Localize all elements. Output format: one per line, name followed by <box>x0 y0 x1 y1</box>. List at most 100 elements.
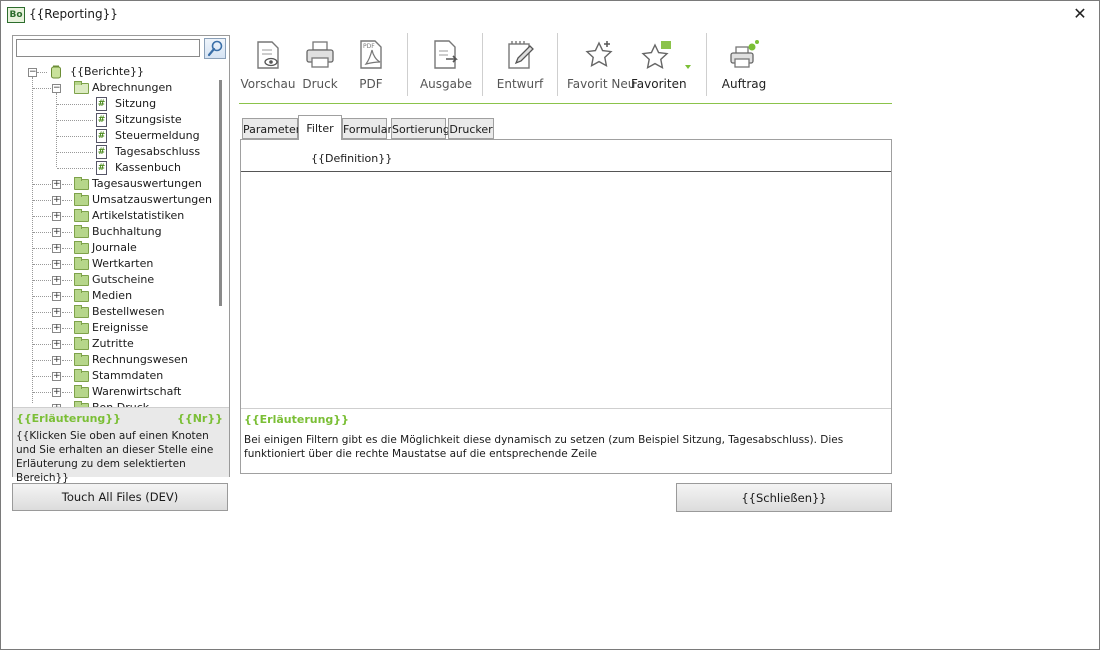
tree-report-label: Steuermeldung <box>115 129 200 142</box>
tree-folder-tagesauswertungen[interactable]: + Tagesauswertungen <box>14 176 219 192</box>
folder-icon <box>74 225 89 238</box>
expand-icon[interactable]: + <box>52 212 61 221</box>
folder-icon <box>74 305 89 318</box>
tree-folder-bestellwesen[interactable]: + Bestellwesen <box>14 304 219 320</box>
tree-connector <box>33 200 51 201</box>
tree-report-sitzungsiste[interactable]: # Sitzungsiste <box>14 112 219 128</box>
tree-report-steuermeldung[interactable]: # Steuermeldung <box>14 128 219 144</box>
favoriten-button[interactable]: Favoriten <box>631 31 687 101</box>
tree-folder-label: Wertkarten <box>92 257 154 270</box>
folder-icon <box>74 353 89 366</box>
tree-report-kassenbuch[interactable]: # Kassenbuch <box>14 160 219 176</box>
druck-label: Druck <box>302 77 338 91</box>
tree-report-label: Kassenbuch <box>115 161 181 174</box>
info-nr: {{Nr}} <box>177 412 223 425</box>
pdf-button[interactable]: PDF PDF <box>345 31 397 101</box>
job-printer-icon <box>730 40 759 68</box>
tree-folder-buchhaltung[interactable]: + Buchhaltung <box>14 224 219 240</box>
expand-icon[interactable]: + <box>52 356 61 365</box>
vorschau-button[interactable]: Vorschau <box>239 31 297 101</box>
expand-icon[interactable]: + <box>52 228 61 237</box>
app-logo-icon: Bo <box>7 7 25 23</box>
tab-formular[interactable]: Formular <box>342 118 392 139</box>
folder-icon <box>74 369 89 382</box>
tree-folder-zutritte[interactable]: + Zutritte <box>14 336 219 352</box>
auftrag-button[interactable]: Auftrag <box>719 31 769 101</box>
tree-folder-label: Artikelstatistiken <box>92 209 185 222</box>
tree-connector <box>57 152 93 153</box>
tree-folder-umsatzauswertungen[interactable]: + Umsatzauswertungen <box>14 192 219 208</box>
reporting-window: Bo {{Reporting}} ✕ − {{Berichte}} − Abre… <box>0 0 1100 650</box>
entwurf-button[interactable]: Entwurf <box>493 31 547 101</box>
expand-icon[interactable]: + <box>52 292 61 301</box>
tab-filter[interactable]: Filter <box>298 115 342 140</box>
caret-down-icon <box>685 65 691 69</box>
tree-folder-warenwirtschaft[interactable]: + Warenwirtschaft <box>14 384 219 400</box>
favorit-neu-button[interactable]: Favorit Neu <box>567 31 636 101</box>
toolbar: Vorschau Druck PDF PDF Ausgabe Entwurf F… <box>239 31 892 104</box>
tree-folder-label: Bestellwesen <box>92 305 165 318</box>
tree-folder-label: Ereignisse <box>92 321 149 334</box>
favorit-neu-label: Favorit Neu <box>567 77 636 91</box>
expand-icon[interactable]: + <box>52 324 61 333</box>
ausgabe-button[interactable]: Ausgabe <box>419 31 473 101</box>
tree-folder-wertkarten[interactable]: + Wertkarten <box>14 256 219 272</box>
expand-icon[interactable]: + <box>52 308 61 317</box>
expand-icon[interactable]: + <box>52 196 61 205</box>
description-title: {{Erläuterung}} <box>244 413 349 426</box>
tree-folder-abrechnungen[interactable]: − Abrechnungen <box>14 80 219 96</box>
tree-report-sitzung[interactable]: # Sitzung <box>14 96 219 112</box>
tree-connector <box>57 168 93 169</box>
tree-connector <box>33 216 51 217</box>
tree-folder-journale[interactable]: + Journale <box>14 240 219 256</box>
open-folder-icon <box>74 81 89 94</box>
toolbar-separator <box>407 33 408 96</box>
tree-connector <box>62 280 72 281</box>
collapse-icon[interactable]: − <box>52 84 61 93</box>
expand-icon[interactable]: + <box>52 372 61 381</box>
expand-icon[interactable]: + <box>52 388 61 397</box>
search-input[interactable] <box>16 39 200 57</box>
druck-button[interactable]: Druck <box>297 31 343 101</box>
favoriten-dropdown-button[interactable] <box>685 59 691 69</box>
expand-icon[interactable]: + <box>52 276 61 285</box>
tree-folder-label: Tagesauswertungen <box>92 177 202 190</box>
collapse-icon[interactable]: − <box>28 68 37 77</box>
tree-report-tagesabschluss[interactable]: # Tagesabschluss <box>14 144 219 160</box>
report-icon: # <box>96 145 107 159</box>
tab-parameter[interactable]: Parameter <box>242 118 300 139</box>
tab-sortierung[interactable]: Sortierung <box>391 118 450 139</box>
close-window-button[interactable]: ✕ <box>1069 5 1091 25</box>
tree-folder-ereignisse[interactable]: + Ereignisse <box>14 320 219 336</box>
tree-connector <box>37 72 47 73</box>
report-tree-panel: − {{Berichte}} − Abrechnungen # Sitzung <box>12 35 230 484</box>
tree-folder-stammdaten[interactable]: + Stammdaten <box>14 368 219 384</box>
expand-icon[interactable]: + <box>52 260 61 269</box>
tab-drucker[interactable]: Drucker <box>448 118 494 139</box>
report-icon: # <box>96 161 107 175</box>
tree-folder-artikelstatistiken[interactable]: + Artikelstatistiken <box>14 208 219 224</box>
tree-folder-rechnungswesen[interactable]: + Rechnungswesen <box>14 352 219 368</box>
expand-icon[interactable]: + <box>52 180 61 189</box>
info-text: {{Klicken Sie oben auf einen Knoten und … <box>16 430 214 484</box>
tree-folder-medien[interactable]: + Medien <box>14 288 219 304</box>
tree-folder-label: Stammdaten <box>92 369 164 382</box>
filter-grid[interactable] <box>241 172 891 407</box>
output-icon <box>434 40 458 69</box>
ausgabe-label: Ausgabe <box>419 77 473 91</box>
description-box: {{Erläuterung}} Bei einigen Filtern gibt… <box>241 408 891 474</box>
tree-folder-label: Umsatzauswertungen <box>92 193 213 206</box>
tree-connector <box>62 264 72 265</box>
close-button[interactable]: {{Schließen}} <box>676 483 892 512</box>
expand-icon[interactable]: + <box>52 340 61 349</box>
draft-icon <box>508 41 534 69</box>
tree-connector <box>57 120 93 121</box>
database-icon <box>51 65 61 79</box>
tree-folder-gutscheine[interactable]: + Gutscheine <box>14 272 219 288</box>
tree-scrollbar[interactable] <box>219 80 222 306</box>
tree-node-root[interactable]: − {{Berichte}} <box>14 64 219 80</box>
touch-all-files-button[interactable]: Touch All Files (DEV) <box>12 483 228 511</box>
search-button[interactable] <box>204 38 226 59</box>
expand-icon[interactable]: + <box>52 244 61 253</box>
tree-connector <box>62 360 72 361</box>
